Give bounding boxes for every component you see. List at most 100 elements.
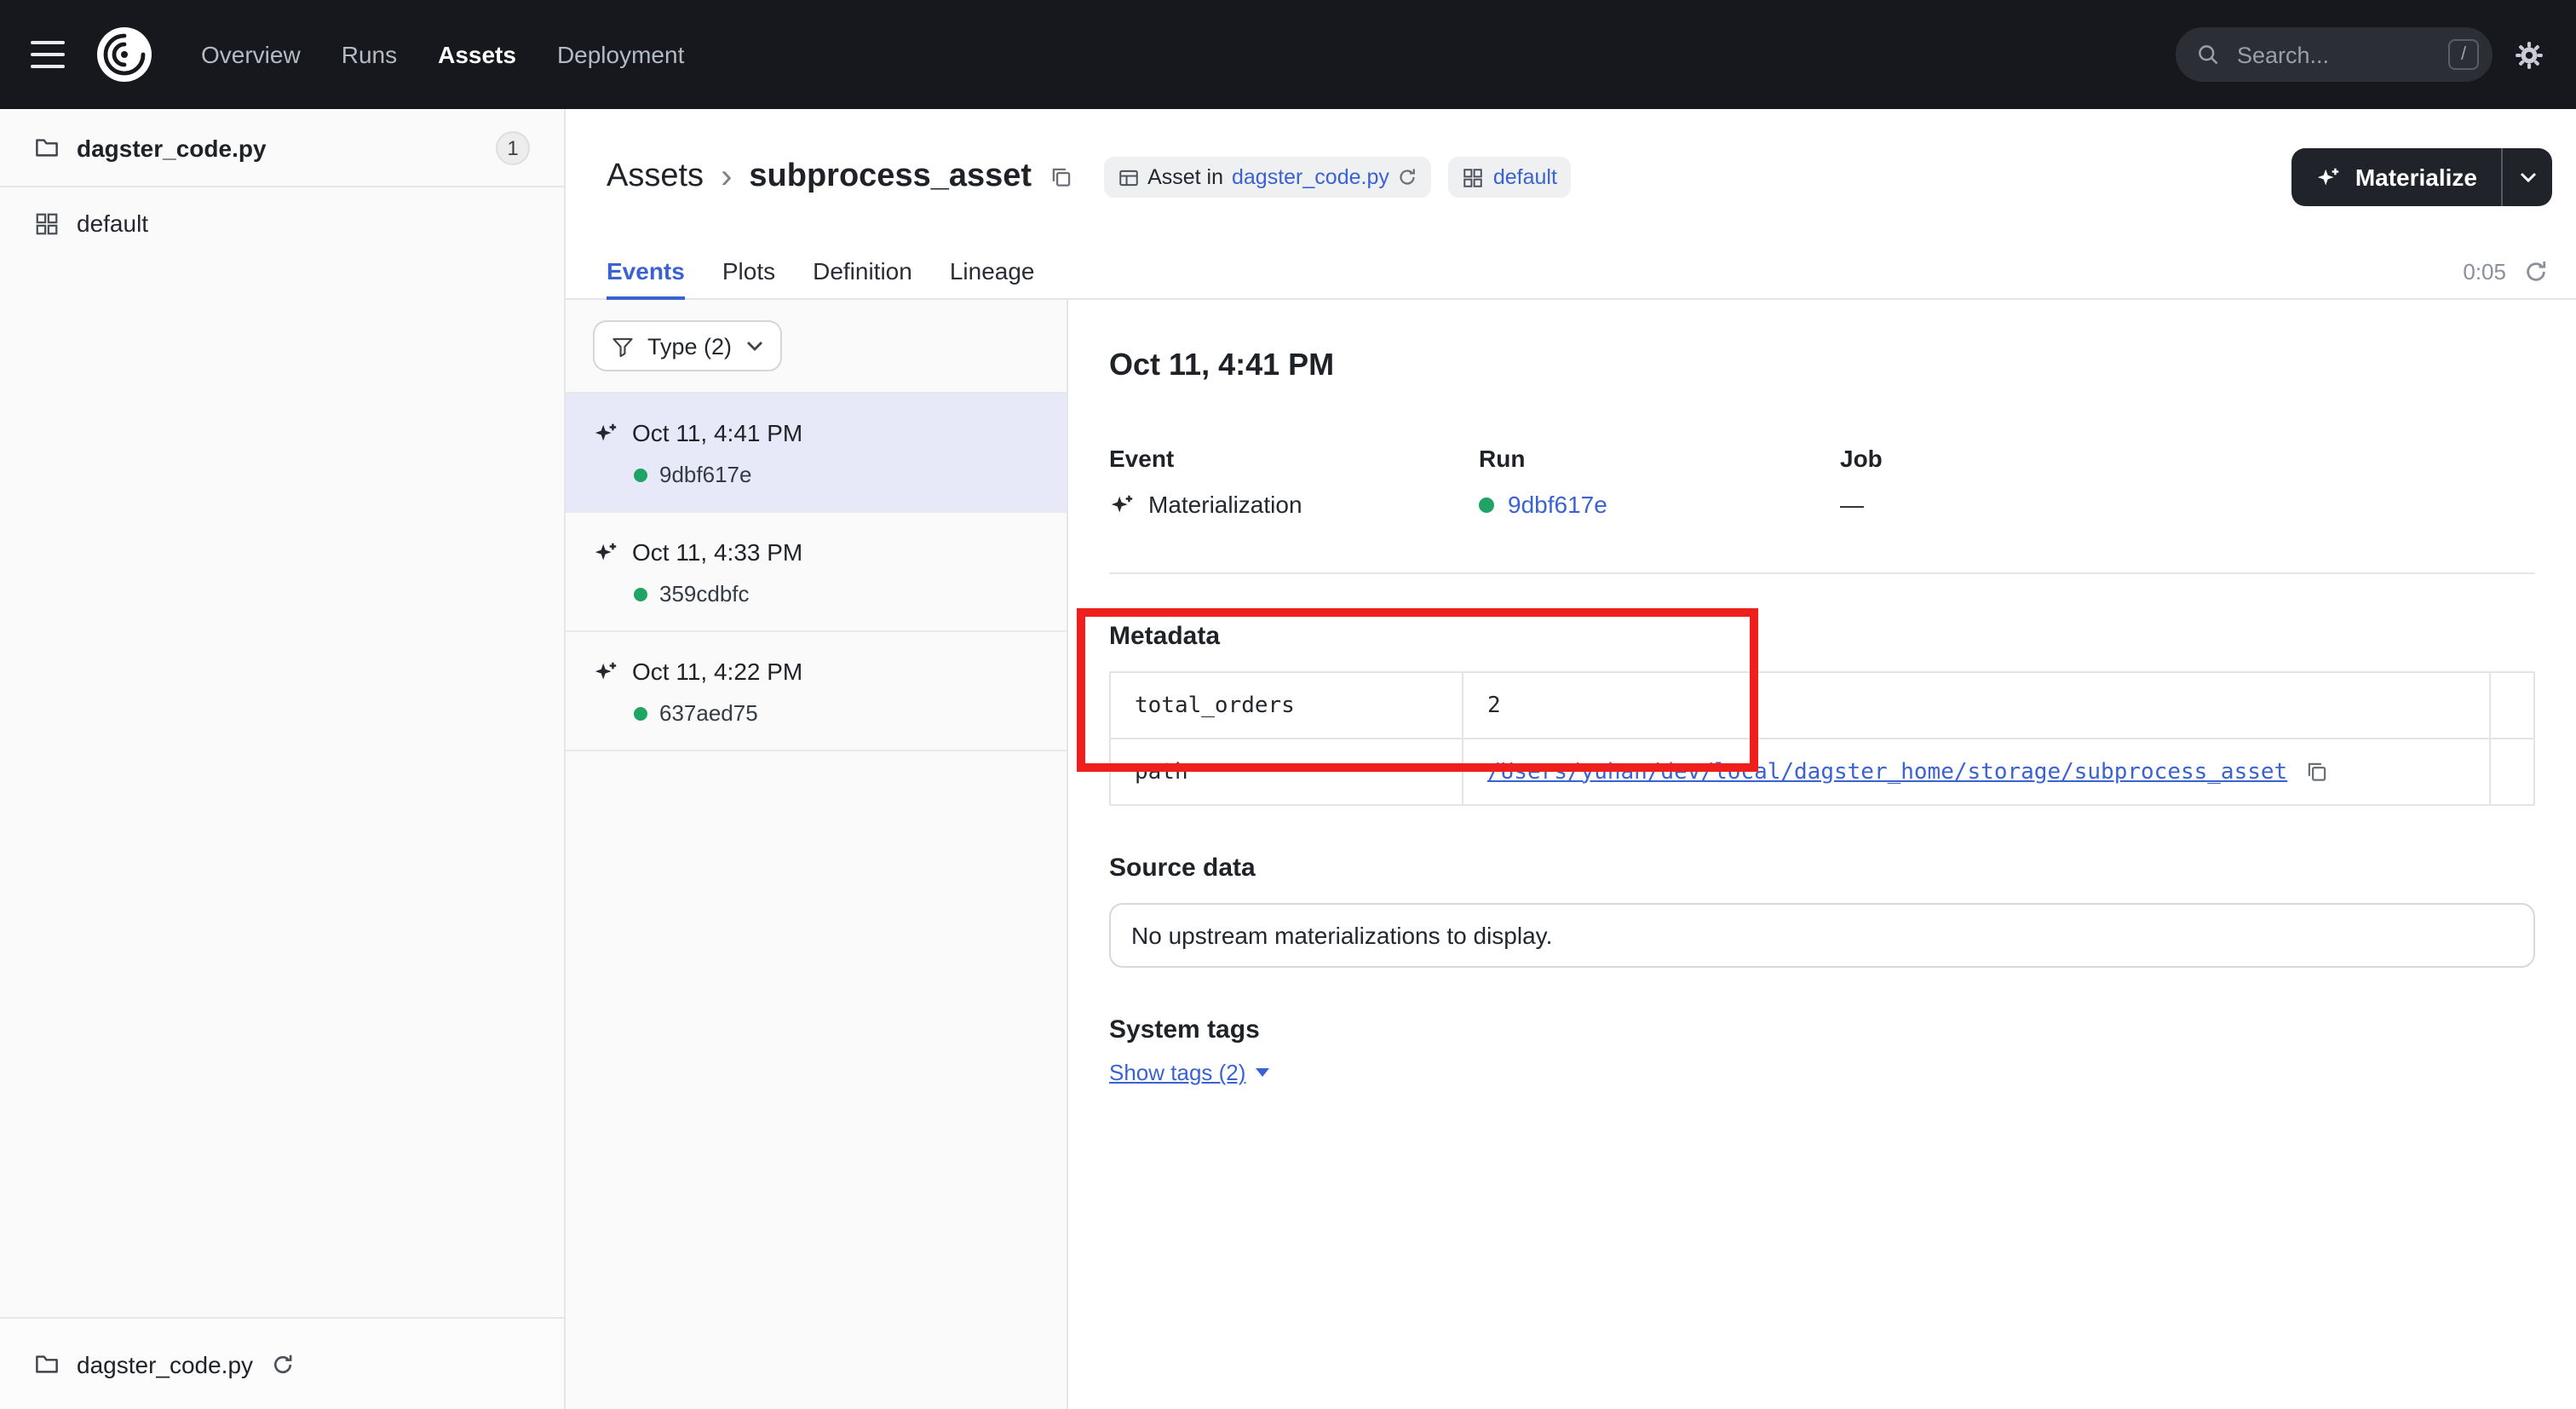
tab-plots[interactable]: Plots: [722, 245, 775, 300]
main-panel: Assets › subprocess_asset Asset in dagst…: [566, 109, 2576, 1409]
materialize-label: Materialize: [2355, 164, 2477, 191]
show-tags-toggle[interactable]: Show tags (2): [1109, 1060, 1269, 1085]
run-id-link[interactable]: 359cdbfc: [659, 581, 750, 607]
source-data-empty-message: No upstream materializations to display.: [1109, 903, 2535, 968]
asset-group-icon: [34, 210, 60, 236]
tab-definition[interactable]: Definition: [813, 245, 912, 300]
sparkle-icon: [2316, 164, 2342, 190]
top-nav-links: Overview Runs Assets Deployment: [184, 31, 701, 78]
event-run-row: 359cdbfc: [634, 581, 1039, 607]
folder-icon: [34, 135, 60, 160]
path-link[interactable]: /Users/yuhan/dev/local/dagster_home/stor…: [1487, 759, 2287, 785]
header-chips: Asset in dagster_code.py default: [1103, 157, 1571, 198]
event-list-item[interactable]: Oct 11, 4:41 PM 9dbf617e: [566, 394, 1067, 513]
metadata-key: total_orders: [1110, 672, 1463, 739]
run-status-dot: [1479, 497, 1494, 512]
asset-group-icon: [1463, 166, 1485, 188]
run-id-link[interactable]: 9dbf617e: [1508, 491, 1607, 518]
search-icon: [2196, 43, 2220, 66]
folder-icon: [34, 1351, 60, 1377]
app-root: Overview Runs Assets Deployment /: [0, 0, 2576, 1409]
run-status-dot: [634, 468, 647, 481]
asset-header: Assets › subprocess_asset Asset in dagst…: [566, 109, 2576, 245]
search-shortcut-key: /: [2448, 39, 2479, 70]
job-empty-text: —: [1840, 491, 1864, 518]
event-run-row: 637aed75: [634, 700, 1039, 726]
materialize-button[interactable]: Materialize: [2292, 148, 2501, 206]
refresh-timer: 0:05: [2463, 259, 2506, 285]
metadata-row-end-cell: [2490, 672, 2534, 739]
search-input[interactable]: [2234, 40, 2435, 69]
hamburger-menu-icon[interactable]: [24, 26, 75, 83]
asset-tabs: Events Plots Definition Lineage 0:05: [566, 245, 2576, 300]
top-navigation: Overview Runs Assets Deployment /: [0, 0, 2576, 109]
job-field-label: Job: [1840, 445, 1883, 472]
run-status-dot: [634, 587, 647, 601]
materialize-dropdown-button[interactable]: [2501, 148, 2552, 206]
refresh-icon[interactable]: [2523, 259, 2549, 285]
event-time-row: Oct 11, 4:22 PM: [593, 658, 1039, 685]
metadata-row-end-cell: [2490, 739, 2534, 805]
nav-assets[interactable]: Assets: [421, 31, 533, 78]
nav-runs[interactable]: Runs: [325, 31, 414, 78]
source-data-heading: Source data: [1109, 854, 2535, 883]
event-timestamp: Oct 11, 4:22 PM: [632, 658, 802, 685]
reload-icon[interactable]: [1398, 167, 1418, 187]
group-label: default: [77, 210, 148, 237]
filter-funnel-icon: [612, 335, 634, 357]
type-filter-button[interactable]: Type (2): [593, 320, 781, 371]
dagster-logo-icon[interactable]: [95, 26, 153, 83]
event-timestamp: Oct 11, 4:41 PM: [632, 419, 802, 446]
type-filter-label: Type (2): [647, 333, 732, 359]
reload-icon[interactable]: [270, 1352, 294, 1376]
sidebar-footer-code-location[interactable]: dagster_code.py: [0, 1317, 564, 1409]
metadata-value: /Users/yuhan/dev/local/dagster_home/stor…: [1463, 739, 2490, 805]
search-box[interactable]: /: [2176, 27, 2493, 82]
asset-sidebar: dagster_code.py 1 default dagster_code.p…: [0, 109, 566, 1409]
nav-overview[interactable]: Overview: [184, 31, 318, 78]
chip-group-link[interactable]: default: [1493, 165, 1557, 189]
event-time-row: Oct 11, 4:41 PM: [593, 419, 1039, 446]
event-detail-fields: Event Materialization Run: [1109, 445, 2535, 518]
run-id-link[interactable]: 637aed75: [659, 700, 758, 726]
run-field-value: 9dbf617e: [1479, 491, 1840, 518]
code-location-chip[interactable]: Asset in dagster_code.py: [1103, 157, 1432, 198]
chip-prefix-text: Asset in: [1147, 165, 1223, 189]
tab-lineage[interactable]: Lineage: [950, 245, 1035, 300]
event-detail-heading: Oct 11, 4:41 PM: [1109, 348, 2535, 383]
breadcrumb-separator: ›: [721, 158, 732, 197]
event-field-label: Event: [1109, 445, 1479, 472]
event-list-item[interactable]: Oct 11, 4:33 PM 359cdbfc: [566, 513, 1067, 632]
breadcrumb-assets-link[interactable]: Assets: [607, 158, 704, 196]
copy-asset-name-icon[interactable]: [1049, 165, 1072, 189]
materialize-split-button: Materialize: [2292, 148, 2552, 206]
event-detail-panel: Oct 11, 4:41 PM Event Materialization: [1068, 300, 2576, 1409]
gear-icon[interactable]: [2513, 38, 2545, 71]
code-location-label: dagster_code.py: [77, 134, 479, 161]
group-chip[interactable]: default: [1449, 157, 1571, 198]
run-id-link[interactable]: 9dbf617e: [659, 462, 751, 487]
metadata-table: total_orders 2 path /Users/yuhan/dev/loc…: [1109, 671, 2535, 806]
copy-path-icon[interactable]: [2304, 760, 2328, 784]
sidebar-group-default[interactable]: default: [0, 187, 564, 259]
metadata-row: path /Users/yuhan/dev/local/dagster_home…: [1110, 739, 2534, 805]
nav-deployment[interactable]: Deployment: [540, 31, 701, 78]
caret-down-icon: [1256, 1068, 1269, 1077]
materialization-sparkle-icon: [593, 539, 618, 565]
tab-events[interactable]: Events: [607, 245, 685, 300]
show-tags-label: Show tags (2): [1109, 1060, 1245, 1085]
breadcrumb: Assets › subprocess_asset: [607, 158, 1072, 197]
event-timestamp: Oct 11, 4:33 PM: [632, 538, 802, 566]
sidebar-code-location-row[interactable]: dagster_code.py 1: [0, 109, 564, 187]
materialization-sparkle-icon: [593, 658, 618, 684]
metadata-value: 2: [1463, 672, 2490, 739]
event-list-item[interactable]: Oct 11, 4:22 PM 637aed75: [566, 632, 1067, 751]
run-field-label: Run: [1479, 445, 1840, 472]
event-field: Event Materialization: [1109, 445, 1479, 518]
table-icon: [1117, 166, 1139, 188]
refresh-area: 0:05: [2463, 245, 2549, 298]
filter-bar: Type (2): [566, 300, 1067, 394]
materialization-sparkle-icon: [1109, 492, 1135, 517]
chip-code-location-link[interactable]: dagster_code.py: [1232, 165, 1389, 189]
page-title: subprocess_asset: [749, 158, 1032, 196]
